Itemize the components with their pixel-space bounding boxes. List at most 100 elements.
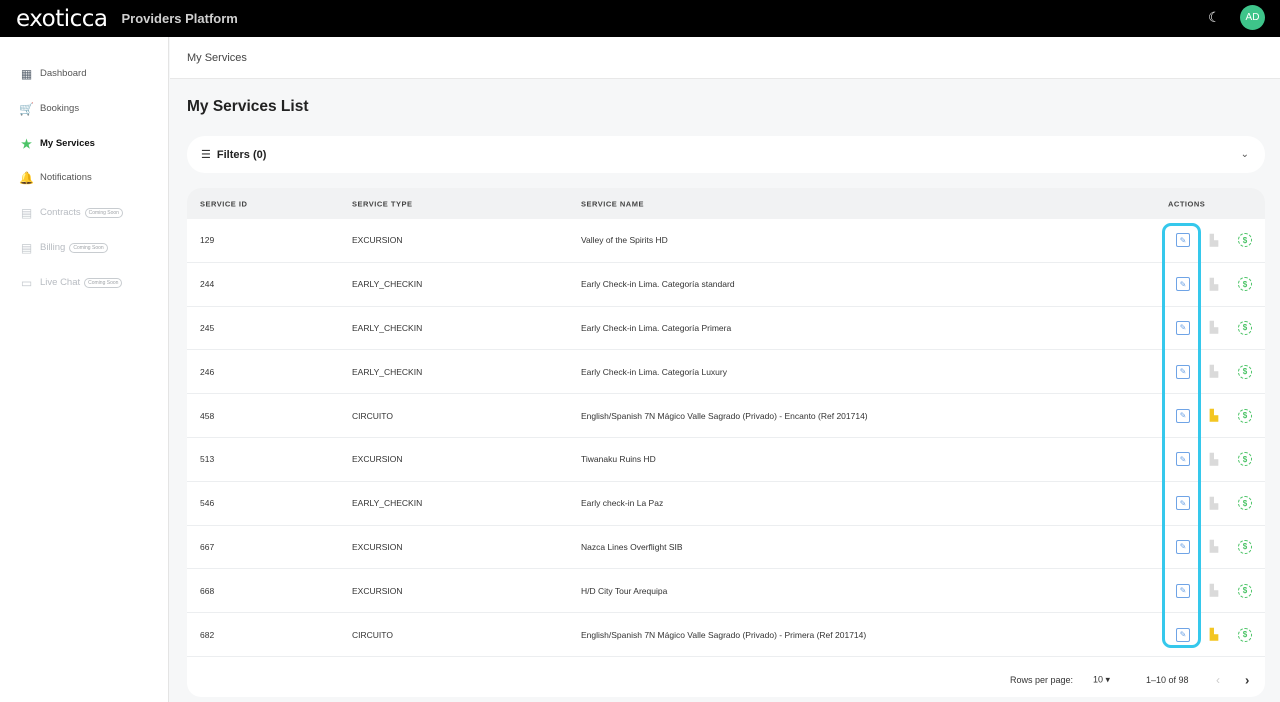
service-type: EXCURSION: [352, 585, 403, 596]
service-id: 682: [200, 629, 215, 640]
pricing-icon[interactable]: $: [1238, 496, 1252, 511]
table-row: 513 EXCURSION Tiwanaku Ruins HD ✎ ▙ $: [187, 438, 1265, 482]
page-title: My Services List: [187, 98, 309, 115]
sidebar-item-live-chat[interactable]: ▭ Live Chat Coming Soon: [20, 275, 123, 290]
edit-icon[interactable]: ✎: [1176, 496, 1190, 511]
top-bar: exoticca Providers Platform ☾ AD: [0, 0, 1280, 37]
edit-icon[interactable]: ✎: [1176, 539, 1190, 554]
service-name: Early Check-in Lima. Categoría Luxury: [581, 366, 727, 377]
service-id: 129: [200, 235, 215, 246]
pricing-icon[interactable]: $: [1238, 320, 1252, 335]
star-icon: ★: [21, 136, 32, 151]
service-id: 244: [200, 279, 215, 290]
next-page-button[interactable]: ›: [1245, 672, 1249, 687]
service-name: Nazca Lines Overflight SIB: [581, 541, 683, 552]
sidebar-item-label: Billing: [40, 242, 66, 253]
pricing-icon[interactable]: $: [1238, 233, 1252, 248]
edit-icon[interactable]: ✎: [1176, 408, 1190, 423]
sidebar: ▦ Dashboard 🛒 Bookings ★ My Services 🔔 Notifica…: [0, 37, 169, 702]
service-name: Early Check-in Lima. Categoría Primera: [581, 322, 732, 333]
rows-per-page-label: Rows per page:: [1010, 674, 1074, 685]
col-actions: ACTIONS: [1168, 199, 1206, 208]
coming-soon-badge: Coming Soon: [84, 207, 123, 218]
filters-label: Filters (0): [216, 148, 267, 161]
service-id: 246: [200, 366, 215, 377]
building-icon: ▙: [1209, 366, 1219, 379]
pricing-icon[interactable]: $: [1238, 277, 1252, 292]
rows-per-page-select[interactable]: 10 ▾: [1093, 674, 1110, 685]
pricing-icon[interactable]: $: [1238, 627, 1252, 642]
service-name: Tiwanaku Ruins HD: [581, 454, 656, 465]
sidebar-item-contracts[interactable]: ▤ Contracts Coming Soon: [20, 206, 123, 220]
table-row: 458 CIRCUITO English/Spanish 7N Mágico V…: [187, 394, 1265, 438]
filter-icon: ☰: [201, 149, 211, 161]
service-name: English/Spanish 7N Mágico Valle Sagrado …: [581, 410, 868, 421]
service-id: 668: [200, 585, 215, 596]
coming-soon-badge: Coming Soon: [84, 277, 123, 288]
service-id: 546: [200, 498, 215, 509]
edit-icon[interactable]: ✎: [1176, 583, 1190, 598]
breadcrumb-bar: My Services: [170, 37, 1280, 79]
service-name: Valley of the Spirits HD: [581, 235, 668, 246]
filters-panel[interactable]: ☰ Filters (0) ⌄: [187, 136, 1265, 173]
cart-icon: 🛒: [19, 101, 34, 116]
service-id: 458: [200, 410, 215, 421]
sidebar-item-label: Contracts: [40, 207, 81, 218]
service-type: EARLY_CHECKIN: [352, 366, 423, 377]
service-type: EXCURSION: [352, 541, 403, 552]
service-id: 513: [200, 454, 215, 465]
table-row: 668 EXCURSION H/D City Tour Arequipa ✎ ▙…: [187, 569, 1265, 614]
sidebar-item-billing[interactable]: ▤ Billing Coming Soon: [20, 241, 108, 255]
col-service-type[interactable]: SERVICE TYPE: [352, 199, 412, 208]
sidebar-item-my-services[interactable]: ★ My Services: [20, 136, 95, 151]
sidebar-item-label: Bookings: [40, 103, 80, 114]
pricing-icon[interactable]: $: [1238, 408, 1252, 423]
breadcrumb: My Services: [187, 52, 247, 64]
rows-per-page-value: 10: [1093, 674, 1104, 684]
page-range: 1–10 of 98: [1146, 674, 1189, 685]
building-icon[interactable]: ▙: [1207, 409, 1221, 423]
sidebar-item-bookings[interactable]: 🛒 Bookings: [19, 101, 80, 116]
edit-icon[interactable]: ✎: [1176, 627, 1190, 642]
services-table: SERVICE ID SERVICE TYPE SERVICE NAME ACT…: [187, 188, 1265, 697]
pricing-icon[interactable]: $: [1238, 364, 1252, 379]
chat-icon: ▭: [20, 275, 33, 290]
dashboard-icon: ▦: [20, 66, 33, 81]
edit-icon[interactable]: ✎: [1176, 233, 1190, 248]
service-type: EARLY_CHECKIN: [352, 279, 423, 290]
table-row: 546 EARLY_CHECKIN Early check-in La Paz …: [187, 482, 1265, 526]
dark-mode-icon[interactable]: ☾: [1208, 9, 1221, 26]
prev-page-button[interactable]: ‹: [1216, 673, 1220, 687]
coming-soon-badge: Coming Soon: [69, 242, 108, 253]
edit-icon[interactable]: ✎: [1176, 320, 1190, 335]
chevron-down-icon[interactable]: ⌄: [1241, 149, 1249, 160]
service-name: H/D City Tour Arequipa: [581, 585, 668, 596]
table-row: 682 CIRCUITO English/Spanish 7N Mágico V…: [187, 613, 1265, 657]
col-service-name[interactable]: SERVICE NAME: [581, 199, 644, 208]
table-row: 245 EARLY_CHECKIN Early Check-in Lima. C…: [187, 307, 1265, 351]
sidebar-item-notifications[interactable]: 🔔 Notifications: [19, 170, 92, 185]
platform-title: Providers Platform: [121, 11, 238, 26]
service-name: English/Spanish 7N Mágico Valle Sagrado …: [581, 629, 867, 640]
edit-icon[interactable]: ✎: [1176, 452, 1190, 467]
sidebar-item-dashboard[interactable]: ▦ Dashboard: [20, 66, 87, 81]
avatar[interactable]: AD: [1240, 5, 1265, 30]
edit-icon[interactable]: ✎: [1176, 277, 1190, 292]
col-service-id[interactable]: SERVICE ID: [200, 199, 247, 208]
edit-icon[interactable]: ✎: [1176, 364, 1190, 379]
building-icon: ▙: [1209, 322, 1219, 335]
building-icon: ▙: [1209, 453, 1219, 466]
service-name: Early Check-in Lima. Categoría standard: [581, 279, 735, 290]
bell-icon: 🔔: [19, 170, 34, 185]
logo[interactable]: exoticca: [16, 6, 108, 32]
pricing-icon[interactable]: $: [1238, 583, 1252, 598]
sidebar-item-label: My Services: [40, 138, 95, 149]
pricing-icon[interactable]: $: [1238, 539, 1252, 554]
table-header: SERVICE ID SERVICE TYPE SERVICE NAME ACT…: [187, 188, 1265, 219]
service-type: EARLY_CHECKIN: [352, 498, 423, 509]
building-icon[interactable]: ▙: [1207, 628, 1221, 642]
service-id: 245: [200, 322, 215, 333]
table-row: 129 EXCURSION Valley of the Spirits HD ✎…: [187, 219, 1265, 263]
pricing-icon[interactable]: $: [1238, 452, 1252, 467]
service-type: EXCURSION: [352, 454, 403, 465]
